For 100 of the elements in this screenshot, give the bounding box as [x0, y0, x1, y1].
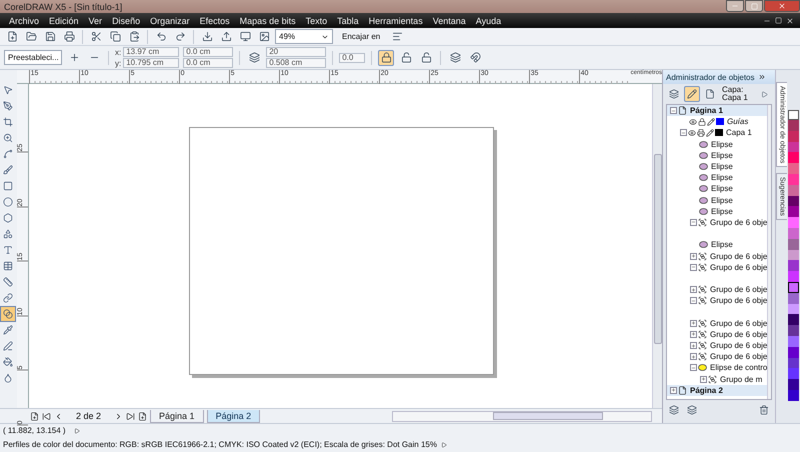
palette-swatch[interactable]	[788, 260, 799, 272]
palette-swatch[interactable]	[788, 152, 799, 164]
page-tab[interactable]: Página 1	[150, 410, 204, 422]
palette-swatch[interactable]	[788, 368, 799, 380]
tool-button[interactable]	[0, 306, 16, 322]
collapse-toggle[interactable]	[690, 264, 697, 271]
x-field[interactable]: 13.97 cm	[123, 47, 180, 57]
tree-item[interactable]: Elipse	[709, 240, 733, 250]
tree-item[interactable]: Capa 1	[724, 128, 752, 138]
expand-toggle[interactable]	[690, 330, 697, 338]
magnet-icon	[470, 52, 481, 63]
close-button[interactable]	[764, 0, 800, 12]
zoom-level-dropdown[interactable]: 49%	[275, 29, 333, 44]
collapse-toggle[interactable]	[690, 364, 697, 372]
palette-swatch[interactable]	[788, 174, 799, 185]
tree-item[interactable]: Grupo de 6 obje	[708, 318, 768, 328]
steps-field[interactable]: 20	[266, 47, 326, 57]
expand-toggle[interactable]	[690, 353, 697, 360]
palette-swatch[interactable]	[788, 196, 799, 206]
tree-item[interactable]: Elipse	[709, 150, 733, 160]
palette-swatch[interactable]	[788, 282, 799, 293]
preset-dropdown[interactable]: Preestableci...	[4, 50, 62, 65]
palette-swatch[interactable]	[788, 228, 799, 239]
menu-item[interactable]: Herramientas	[364, 16, 428, 26]
tree-item[interactable]: Grupo de m	[718, 374, 762, 384]
menu-item[interactable]: Diseño	[107, 16, 146, 26]
tree-item[interactable]: Elipse	[709, 173, 733, 182]
spacing-field[interactable]: 0.508 cm	[266, 58, 326, 68]
palette-swatch[interactable]	[788, 390, 799, 401]
palette-swatch[interactable]	[788, 184, 799, 196]
palette-swatch[interactable]	[788, 217, 799, 228]
palette-swatch[interactable]	[788, 292, 799, 304]
snap-to-dropdown[interactable]: Encajar en	[336, 32, 386, 41]
expand-toggle[interactable]	[670, 386, 677, 394]
tree-item[interactable]: Grupo de 6 obje	[708, 330, 768, 339]
tree-item[interactable]: Grupo de 6 obje	[708, 296, 768, 306]
tree-item[interactable]: Guías	[725, 117, 748, 126]
expand-toggle[interactable]	[700, 376, 707, 383]
collapse-toggle[interactable]	[690, 297, 697, 304]
y-field[interactable]: 10.795 cm	[123, 58, 180, 68]
edit-button[interactable]	[684, 86, 700, 102]
collapse-toggle[interactable]	[680, 129, 687, 136]
palette-swatch[interactable]	[788, 325, 799, 336]
paint-bucket-icon	[3, 357, 14, 367]
tree-item[interactable]: Elipse	[709, 140, 733, 149]
minimize-button[interactable]	[726, 0, 744, 12]
expand-toggle[interactable]	[690, 286, 697, 294]
tree-item[interactable]: Grupo de 6 obje	[708, 262, 768, 272]
palette-swatch[interactable]	[788, 314, 799, 326]
menu-item[interactable]: Organizar	[145, 16, 195, 26]
expand-toggle[interactable]	[690, 252, 697, 260]
expand-toggle[interactable]	[690, 342, 697, 350]
palette-swatch[interactable]	[788, 238, 799, 250]
no-color-swatch[interactable]	[788, 110, 799, 120]
vertical-scrollbar[interactable]	[652, 84, 662, 408]
tree-item[interactable]: Elipse	[709, 196, 733, 205]
palette-swatch[interactable]	[788, 142, 799, 152]
tree-scrollbar[interactable]	[767, 105, 771, 399]
palette-swatch[interactable]	[788, 163, 799, 174]
collapse-toggle[interactable]	[670, 107, 677, 114]
tree-item[interactable]: Grupo de 6 obje	[708, 352, 768, 362]
palette-swatch[interactable]	[788, 379, 799, 390]
tree-item[interactable]: Grupo de 6 obje	[708, 252, 768, 261]
menu-item[interactable]: Tabla	[332, 16, 364, 26]
tree-item[interactable]: Grupo de 6 obje	[708, 341, 768, 350]
menu-item[interactable]: Edición	[44, 16, 84, 26]
tree-item[interactable]: Elipse de contro	[708, 363, 768, 372]
menu-item[interactable]: Ventana	[428, 16, 471, 26]
page-tab[interactable]: Página 2	[206, 410, 260, 422]
horizontal-scrollbar[interactable]	[392, 410, 652, 422]
palette-swatch[interactable]	[788, 120, 799, 131]
tree-item[interactable]: Elipse	[709, 206, 733, 216]
tree-item[interactable]: Elipse	[709, 184, 733, 194]
tree-item[interactable]: Grupo de 6 obje	[708, 218, 768, 227]
save-icon	[44, 31, 56, 42]
pencil-icon	[687, 89, 697, 99]
palette-swatch[interactable]	[788, 346, 799, 358]
palette-swatch[interactable]	[788, 358, 799, 368]
palette-swatch[interactable]	[788, 130, 799, 142]
maximize-button[interactable]	[745, 0, 763, 12]
palette-swatch[interactable]	[788, 336, 799, 347]
offset-field[interactable]: 0.0 cm	[183, 58, 234, 68]
palette-swatch[interactable]	[788, 304, 799, 314]
offset-field[interactable]: 0.0 cm	[183, 47, 234, 57]
palette-swatch[interactable]	[788, 206, 799, 218]
menu-item[interactable]: Efectos	[194, 16, 235, 26]
expand-toggle[interactable]	[690, 320, 697, 327]
menu-item[interactable]: Archivo	[4, 16, 44, 26]
collapse-toggle[interactable]	[690, 218, 697, 226]
menu-item[interactable]: Ayuda	[470, 16, 506, 26]
lock-button[interactable]	[378, 50, 394, 66]
menu-item[interactable]: Ver	[84, 16, 108, 26]
palette-swatch[interactable]	[788, 271, 799, 282]
tree-item[interactable]: Elipse	[709, 162, 733, 172]
menu-item[interactable]: Mapas de bits	[234, 16, 301, 26]
angle-field[interactable]: 0.0	[339, 52, 366, 62]
menu-item[interactable]: Texto	[300, 16, 332, 26]
curve-icon	[3, 149, 14, 159]
tree-item[interactable]: Grupo de 6 obje	[708, 285, 768, 294]
palette-swatch[interactable]	[788, 250, 799, 260]
